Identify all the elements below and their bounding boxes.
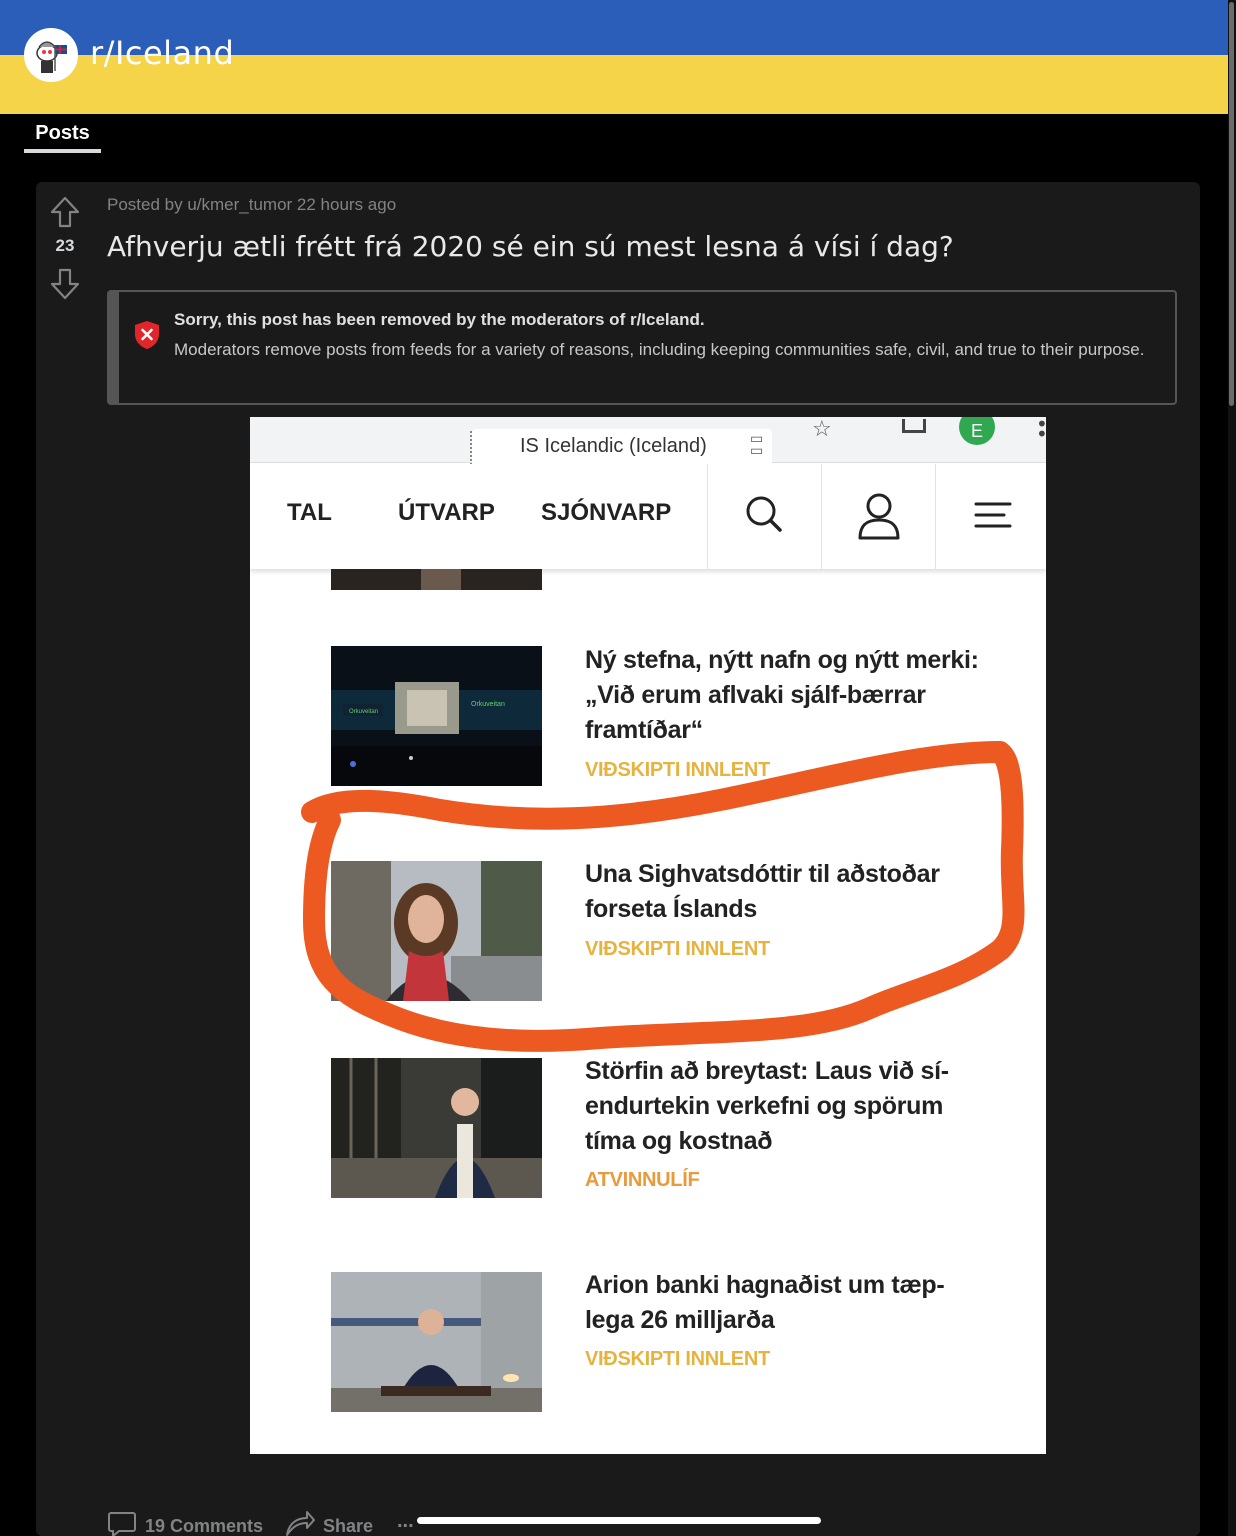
- translate-divider: [470, 431, 474, 465]
- community-name[interactable]: r/Iceland: [90, 34, 234, 72]
- nav-link-sjonvarp: SJÓNVARP: [541, 499, 672, 526]
- active-tab-underline: [24, 149, 101, 153]
- article-category: VIÐSKIPTI INNLENT: [585, 938, 770, 960]
- share-button[interactable]: Share: [323, 1516, 373, 1536]
- article-thumbnail: Orkuveitan Orkuveitan: [331, 646, 542, 786]
- article-category: ATVINNULÍF: [585, 1169, 700, 1191]
- shield-x-icon: [135, 321, 159, 349]
- snoo-viking-icon: [27, 31, 75, 79]
- comments-button[interactable]: 19 Comments: [145, 1516, 263, 1536]
- article-category: VIÐSKIPTI INNLENT: [585, 1348, 770, 1370]
- home-indicator: [417, 1517, 821, 1524]
- svg-text:Orkuveitan: Orkuveitan: [349, 709, 378, 715]
- nav-divider: [935, 464, 936, 569]
- article-headline: Una Sighvatsdóttir til aðstoðar forseta …: [585, 860, 940, 923]
- post-title[interactable]: Afhverju ætli frétt frá 2020 sé ein sú m…: [107, 230, 954, 263]
- article-headline: Arion banki hagnaðist um tæp-lega 26 mil…: [585, 1271, 945, 1334]
- user-icon: [858, 493, 900, 540]
- upvote-arrow-icon[interactable]: [50, 196, 80, 228]
- article-headline: Störfin að breytast: Laus við sí-endurte…: [585, 1057, 949, 1155]
- article-thumbnail-partial: [331, 569, 542, 590]
- article-headline: Ný stefna, nýtt nafn og nýtt merki: „Við…: [585, 646, 979, 744]
- vote-count: 23: [55, 236, 75, 255]
- scrollbar-thumb[interactable]: [1229, 2, 1234, 406]
- more-options-button[interactable]: ...: [397, 1510, 414, 1533]
- post-image[interactable]: IS Icelandic (Iceland) ▭▭ ☆ E •• TAL ÚTV…: [250, 417, 1046, 1454]
- tab-posts[interactable]: Posts: [24, 118, 101, 153]
- post-meta[interactable]: Posted by u/kmer_tumor 22 hours ago: [107, 195, 396, 215]
- community-avatar[interactable]: [24, 28, 78, 82]
- article-thumbnail: [331, 861, 542, 1001]
- comment-bubble-icon: [108, 1512, 136, 1536]
- downvote-arrow-icon[interactable]: [50, 268, 80, 300]
- translate-language-label: IS Icelandic (Iceland): [520, 435, 707, 457]
- search-icon: [746, 496, 782, 532]
- share-arrow-icon: [286, 1511, 315, 1536]
- downvote-control: [50, 268, 80, 304]
- nav-link-tal: TAL: [287, 499, 332, 526]
- translate-toggle-icon: ▭ ▭: [750, 431, 764, 459]
- nav-divider: [821, 464, 822, 569]
- site-nav: TAL ÚTVARP SJÓNVARP: [250, 464, 1046, 569]
- nav-divider: [707, 464, 708, 569]
- tab-posts-label: Posts: [35, 122, 90, 144]
- tab-switcher-icon: [902, 419, 926, 433]
- bookmark-star-icon: ☆: [812, 417, 832, 442]
- hamburger-menu-icon: [974, 502, 1012, 528]
- removed-notice-heading: Sorry, this post has been removed by the…: [174, 310, 705, 329]
- article-category: VIÐSKIPTI INNLENT: [585, 759, 770, 781]
- article-thumbnail: [331, 1272, 542, 1412]
- browser-menu-icon: ••: [1036, 417, 1046, 444]
- page-scrollbar[interactable]: [1228, 0, 1236, 1536]
- article-thumbnail: [331, 1058, 542, 1198]
- svg-text:Orkuveitan: Orkuveitan: [471, 701, 505, 708]
- removed-notice-body: Moderators remove posts from feeds for a…: [174, 340, 1145, 359]
- vote-controls: [50, 196, 80, 228]
- nav-link-utvarp: ÚTVARP: [398, 499, 495, 526]
